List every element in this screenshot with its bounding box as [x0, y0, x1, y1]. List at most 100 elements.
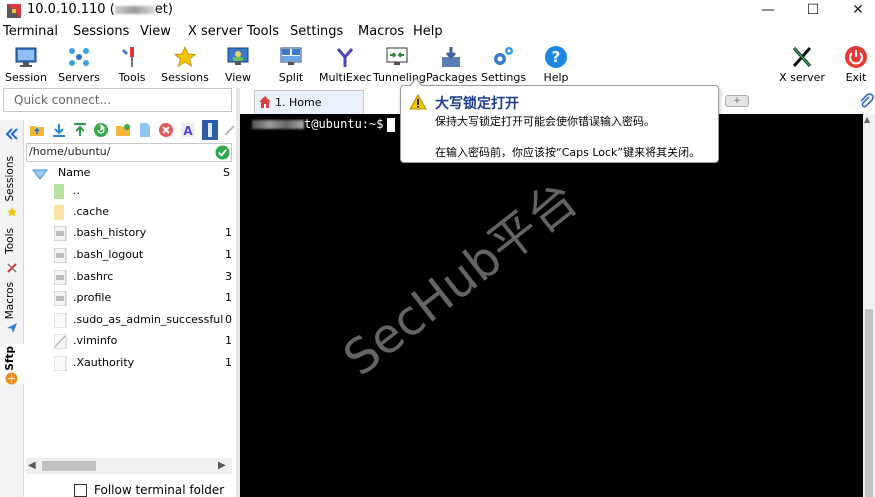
tooltip-message-2: 在输入密码前，你应该按“Caps Lock”键来将其关闭。 [435, 146, 701, 159]
menu-sessions[interactable]: Sessions [73, 24, 129, 39]
settings-gears-icon [494, 47, 513, 65]
column-name-header[interactable]: Name [58, 166, 90, 179]
menu-help[interactable]: Help [413, 24, 443, 39]
path-ok-check-icon[interactable] [215, 145, 230, 160]
tab-home[interactable]: 1. Home [254, 90, 364, 114]
multiexec-button[interactable]: MultiExec [319, 42, 372, 88]
scroll-thumb[interactable] [42, 461, 96, 471]
tools-icon [7, 263, 17, 273]
menu-bar: Terminal Sessions View X server Tools Se… [0, 22, 875, 42]
split-button[interactable]: Split [271, 42, 311, 88]
new-folder-icon[interactable] [115, 122, 131, 138]
new-file-icon[interactable] [137, 122, 153, 138]
menu-settings[interactable]: Settings [290, 24, 343, 39]
double-chevron-left-icon [5, 128, 18, 140]
home-icon [259, 96, 271, 108]
title-bar: 10.0.10.110 (et) — ☐ ✕ [0, 0, 875, 22]
packages-icon [442, 47, 460, 67]
rename-icon[interactable]: A [180, 122, 196, 138]
scroll-right-icon[interactable]: ▶ [218, 460, 226, 471]
new-tab-button[interactable]: + [725, 95, 749, 107]
folder-up-icon[interactable] [29, 122, 45, 138]
refresh-icon[interactable] [93, 122, 109, 138]
scroll-left-icon[interactable]: ◀ [28, 460, 36, 471]
xserver-button[interactable]: X server [778, 42, 826, 88]
packages-button[interactable]: Packages [426, 42, 477, 88]
tooltip-title: 大写锁定打开 [435, 96, 519, 112]
follow-terminal-folder-checkbox[interactable] [74, 484, 87, 497]
file-icon [54, 248, 67, 263]
tools-icon [122, 47, 134, 67]
split-icon [280, 47, 302, 65]
xserver-icon [792, 47, 812, 67]
minimize-button[interactable]: — [748, 0, 788, 22]
file-icon [54, 356, 67, 371]
sessions-button[interactable]: Sessions [161, 42, 209, 88]
help-icon: ? [545, 46, 567, 68]
main-toolbar: Session Servers Tools Sessions View Spli… [0, 42, 875, 88]
quick-connect-input[interactable] [4, 89, 231, 111]
sidebar-tab-tools[interactable]: Tools [0, 226, 24, 276]
power-icon [845, 46, 867, 68]
file-row-parent[interactable]: .. [26, 181, 236, 202]
scroll-up-icon[interactable]: ▲ [864, 115, 870, 124]
file-row-bashrc[interactable]: .bashrc 3 [26, 267, 236, 288]
app-logo-icon [7, 4, 21, 18]
tooltip-message-1: 保持大写锁定打开可能会使你错误输入密码。 [435, 115, 655, 128]
file-icon [54, 270, 67, 285]
star-icon [173, 45, 197, 68]
follow-terminal-folder: Follow terminal folder [74, 483, 234, 497]
permissions-icon[interactable] [202, 120, 218, 140]
warning-icon [409, 94, 427, 110]
terminal-cursor [387, 117, 396, 132]
file-row-bash-history[interactable]: .bash_history 1 [26, 223, 236, 244]
window-title: 10.0.10.110 (et) [27, 2, 173, 17]
sort-arrow-icon [32, 169, 48, 180]
menu-xserver[interactable]: X server [188, 24, 242, 39]
sftp-path-text: /home/ubuntu/ [29, 145, 111, 158]
file-row-sudo-admin[interactable]: .sudo_as_admin_successful 0 [26, 310, 236, 331]
sidebar-tab-sessions[interactable]: Sessions [0, 154, 24, 220]
settings-button[interactable]: Settings [481, 42, 526, 88]
sidebar-tab-sftp[interactable]: Sftp [0, 344, 24, 385]
file-row-cache[interactable]: .cache [26, 202, 236, 223]
menu-tools[interactable]: Tools [247, 24, 279, 39]
column-size-header[interactable]: S [223, 166, 230, 179]
mobaxterm-window: 10.0.10.110 (et) — ☐ ✕ Terminal Sessions… [0, 0, 875, 497]
terminal-vertical-scrollbar[interactable]: ▲ [863, 114, 875, 497]
tunneling-icon [386, 47, 408, 65]
servers-button[interactable]: Servers [55, 42, 103, 88]
paperclip-icon[interactable] [858, 93, 874, 109]
sftp-horizontal-scrollbar[interactable]: ◀ ▶ [26, 458, 232, 474]
maximize-button[interactable]: ☐ [793, 0, 833, 22]
menu-terminal[interactable]: Terminal [3, 24, 58, 39]
upload-icon[interactable] [72, 122, 88, 138]
sftp-globe-icon [5, 372, 18, 385]
sidebar-tab-macros[interactable]: Macros [0, 280, 24, 340]
file-row-bash-logout[interactable]: .bash_logout 1 [26, 245, 236, 266]
terminal-scroll-thumb[interactable] [865, 309, 873, 497]
view-button[interactable]: View [218, 42, 258, 88]
multiexec-fork-icon [336, 48, 354, 67]
paper-plane-icon [7, 323, 17, 333]
help-button[interactable]: ? Help [536, 42, 576, 88]
file-row-xauthority[interactable]: .Xauthority 1 [26, 353, 236, 374]
download-icon[interactable] [51, 122, 67, 138]
vertical-sidebar: Sessions Tools Macros Sftp [0, 120, 24, 497]
menu-macros[interactable]: Macros [358, 24, 404, 39]
file-row-viminfo[interactable]: .viminfo 1 [26, 331, 236, 352]
svg-text:?: ? [552, 48, 561, 66]
folder-icon [54, 205, 64, 220]
view-monitor-icon [227, 47, 249, 65]
close-button[interactable]: ✕ [838, 0, 875, 22]
tools-button[interactable]: Tools [110, 42, 154, 88]
session-button[interactable]: Session [2, 42, 50, 88]
delete-icon[interactable] [158, 122, 174, 138]
tooltip-arrow-fill [410, 79, 422, 87]
menu-view[interactable]: View [140, 24, 171, 39]
sftp-path-field[interactable]: /home/ubuntu/ [26, 143, 232, 162]
terminal-area[interactable]: t@ubuntu:~$ [240, 114, 863, 497]
exit-button[interactable]: Exit [838, 42, 874, 88]
collapse-sidebar-button[interactable] [0, 124, 24, 146]
file-row-profile[interactable]: .profile 1 [26, 288, 236, 309]
